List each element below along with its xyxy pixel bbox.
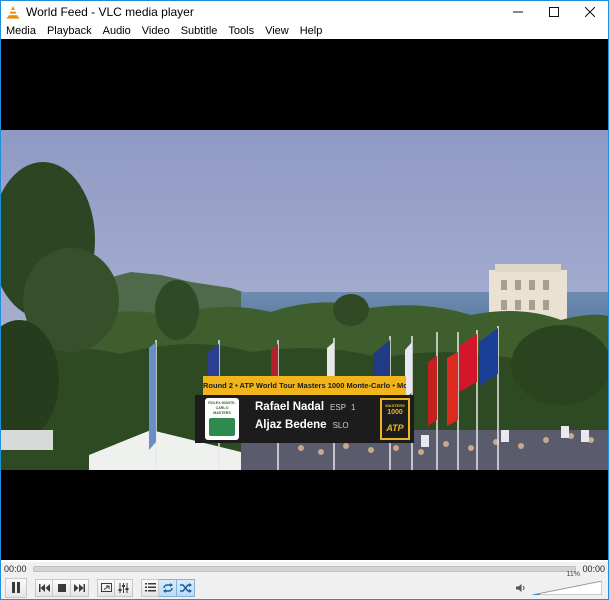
previous-button[interactable] bbox=[35, 578, 53, 597]
menu-help[interactable]: Help bbox=[295, 24, 329, 38]
menu-view[interactable]: View bbox=[260, 24, 295, 38]
window-title: World Feed - VLC media player bbox=[26, 5, 194, 19]
vlc-cone-icon bbox=[7, 6, 19, 19]
total-time[interactable]: 00:00 bbox=[578, 564, 608, 574]
player1-row: Rafael Nadal ESP 1 bbox=[255, 401, 356, 417]
loop-button[interactable] bbox=[159, 578, 177, 597]
menu-video[interactable]: Video bbox=[137, 24, 176, 38]
player1-name: Rafael Nadal bbox=[255, 401, 325, 413]
player1-country: ESP bbox=[330, 403, 347, 412]
fullscreen-icon bbox=[100, 583, 112, 592]
minimize-icon[interactable] bbox=[500, 1, 536, 23]
menu-audio[interactable]: Audio bbox=[98, 24, 137, 38]
extended-settings-icon bbox=[118, 582, 129, 593]
pause-icon bbox=[12, 582, 20, 593]
scorebug-round: Round 2 • ATP World Tour Masters 1000 Mo… bbox=[203, 381, 406, 390]
player2-row: Aljaz Bedene SLO bbox=[255, 419, 349, 435]
player1-seed: 1 bbox=[351, 403, 356, 412]
extended-settings-button[interactable] bbox=[115, 578, 133, 597]
loop-icon bbox=[162, 582, 173, 593]
seek-bar[interactable] bbox=[33, 566, 576, 572]
maximize-icon[interactable] bbox=[536, 1, 572, 23]
close-icon[interactable] bbox=[572, 1, 608, 23]
atp-badge-top: MASTERS bbox=[385, 403, 405, 408]
menu-media[interactable]: Media bbox=[1, 24, 42, 38]
fullscreen-button[interactable] bbox=[97, 578, 115, 597]
next-button[interactable] bbox=[71, 578, 89, 597]
playlist-button[interactable] bbox=[141, 578, 159, 597]
control-bar: 11% bbox=[1, 571, 608, 599]
video-area[interactable]: Round 2 • ATP World Tour Masters 1000 Mo… bbox=[1, 39, 608, 560]
menu-playback[interactable]: Playback bbox=[42, 24, 98, 38]
player2-country: SLO bbox=[332, 421, 349, 430]
previous-icon bbox=[38, 583, 50, 592]
player2-name: Aljaz Bedene bbox=[255, 419, 327, 431]
tournament-logo: ROLEX MONTE-CARLO MASTERS bbox=[208, 401, 236, 415]
volume-control: 11% bbox=[516, 571, 602, 595]
video-frame: Round 2 • ATP World Tour Masters 1000 Mo… bbox=[1, 130, 608, 470]
stop-button[interactable] bbox=[53, 578, 71, 597]
seek-row: 00:00 00:00 bbox=[1, 562, 608, 576]
menu-tools[interactable]: Tools bbox=[223, 24, 260, 38]
volume-slider[interactable] bbox=[532, 580, 602, 595]
menu-subtitle[interactable]: Subtitle bbox=[176, 24, 224, 38]
playlist-icon bbox=[144, 583, 156, 592]
menu-bar: Media Playback Audio Video Subtitle Tool… bbox=[1, 23, 608, 39]
pause-button[interactable] bbox=[5, 577, 27, 598]
atp-badge-text: ATP bbox=[386, 423, 404, 433]
speaker-icon[interactable] bbox=[516, 583, 526, 593]
random-button[interactable] bbox=[177, 578, 195, 597]
vlc-window: World Feed - VLC media player Media Play… bbox=[0, 0, 609, 600]
stop-icon bbox=[57, 583, 66, 592]
random-icon bbox=[179, 582, 192, 593]
title-bar: World Feed - VLC media player bbox=[1, 1, 608, 23]
atp-badge-number: 1000 bbox=[387, 409, 403, 416]
elapsed-time: 00:00 bbox=[4, 564, 27, 574]
volume-percent: 11% bbox=[566, 570, 581, 578]
next-icon bbox=[74, 583, 85, 592]
